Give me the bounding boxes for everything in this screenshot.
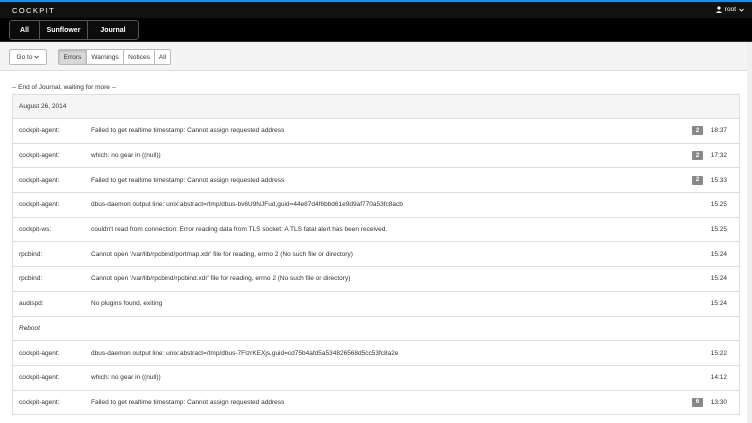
day-header: August 26, 2014 (13, 95, 739, 119)
filter-warnings-button[interactable]: Warnings (87, 50, 124, 64)
journal-toolbar: Go to Errors Warnings Notices All (0, 42, 752, 71)
end-of-journal-text: -- End of Journal, waiting for more -- (12, 84, 117, 91)
entry-identifier: cockpit-agent: (19, 349, 60, 357)
chevron-down-icon (34, 54, 40, 61)
filter-errors-button[interactable]: Errors (59, 50, 87, 64)
filter-all-button[interactable]: All (155, 50, 170, 64)
entry-identifier: cockpit-ws: (19, 226, 52, 234)
entry-message: couldn't read from connection: Error rea… (91, 226, 388, 234)
entry-message: Failed to get realtime timestamp: Cannot… (91, 398, 285, 406)
repeat-count-badge: 2 (692, 175, 703, 185)
entry-identifier: rpcbind: (19, 275, 43, 283)
entry-time: 18:37 (710, 127, 727, 135)
journal-entry[interactable]: rpcbind: Cannot open '/var/lib/rpcbind/po… (13, 242, 739, 268)
brand-logo: COCKPIT (12, 6, 56, 15)
entry-message: which: no gear in ((null)) (91, 152, 161, 160)
repeat-count-badge: 2 (692, 151, 703, 161)
tab-journal[interactable]: Journal (88, 21, 138, 39)
chevron-down-icon (739, 8, 744, 12)
journal-entry[interactable]: cockpit-agent: dbus-daemon output line: u… (13, 193, 739, 218)
journal-list: August 26, 2014 cockpit-agent: Failed to … (12, 94, 740, 416)
tab-sunflower[interactable]: Sunflower (40, 21, 88, 39)
entry-identifier: cockpit-agent: (19, 398, 60, 406)
entry-identifier: cockpit-agent: (19, 374, 60, 382)
journal-entry[interactable]: cockpit-agent: Failed to get realtime tim… (13, 168, 739, 194)
goto-label: Go to (16, 53, 33, 61)
entry-time: 15:24 (710, 250, 727, 258)
entry-time: 17:32 (710, 152, 727, 160)
entry-message: Cannot open '/var/lib/rpcbind/portmap.xd… (91, 250, 353, 258)
journal-entry[interactable]: audispd: No plugins found, exiting 15:24 (13, 292, 739, 317)
entry-message: dbus-daemon output line: unix:abstract=/… (91, 349, 399, 357)
tab-all[interactable]: All (10, 21, 40, 39)
entry-time: 15:24 (710, 300, 727, 308)
entry-identifier: cockpit-agent: (19, 152, 60, 160)
journal-entry[interactable]: rpcbind: Cannot open '/var/lib/rpcbind/rp… (13, 267, 739, 292)
entry-identifier: cockpit-agent: (19, 176, 60, 184)
journal-entry[interactable]: cockpit-agent: which: no gear in ((null))… (13, 144, 739, 169)
entry-time: 14:12 (710, 374, 727, 382)
filter-notices-button[interactable]: Notices (124, 50, 155, 64)
user-icon (716, 6, 722, 13)
entry-identifier: cockpit-agent: (19, 201, 60, 209)
nav-bar: All Sunflower Journal (0, 18, 752, 42)
user-name: root (724, 6, 736, 13)
top-bar: COCKPIT root (0, 0, 752, 18)
entry-identifier: rpcbind: (19, 250, 43, 258)
goto-dropdown[interactable]: Go to (9, 49, 47, 65)
journal-entry[interactable]: cockpit-agent: Failed to get realtime tim… (13, 391, 739, 416)
entry-identifier: audispd: (19, 300, 44, 308)
entry-time: 13:30 (710, 398, 727, 406)
journal-entry[interactable]: cockpit-agent: Failed to get realtime tim… (13, 119, 739, 144)
repeat-count-badge: 6 (692, 397, 703, 407)
entry-time: 15:22 (710, 349, 727, 357)
entry-identifier: cockpit-agent: (19, 127, 60, 135)
entry-time: 15:25 (710, 201, 727, 209)
entry-message: Failed to get realtime timestamp: Cannot… (91, 176, 285, 184)
entry-message: Cannot open '/var/lib/rpcbind/rpcbind.xd… (91, 275, 351, 283)
journal-entry[interactable]: cockpit-agent: dbus-daemon output line: u… (13, 341, 739, 366)
reboot-marker: Reboot (13, 317, 739, 342)
nav-tab-group: All Sunflower Journal (9, 20, 139, 40)
entry-time: 15:25 (710, 226, 727, 234)
journal-entry[interactable]: cockpit-ws: couldn't read from connection… (13, 218, 739, 243)
user-menu[interactable]: root (716, 6, 744, 13)
entry-message: which: no gear in ((null)) (91, 374, 161, 382)
entry-time: 15:24 (710, 275, 727, 283)
priority-filter-group: Errors Warnings Notices All (58, 49, 171, 65)
entry-message: No plugins found, exiting (91, 300, 163, 308)
entry-time: 15:33 (710, 176, 727, 184)
entry-message: dbus-daemon output line: unix:abstract=/… (91, 201, 403, 209)
journal-entry[interactable]: cockpit-agent: which: no gear in ((null))… (13, 366, 739, 391)
repeat-count-badge: 2 (692, 126, 703, 136)
scrollbar[interactable] (747, 42, 752, 423)
entry-message: Failed to get realtime timestamp: Cannot… (91, 127, 285, 135)
